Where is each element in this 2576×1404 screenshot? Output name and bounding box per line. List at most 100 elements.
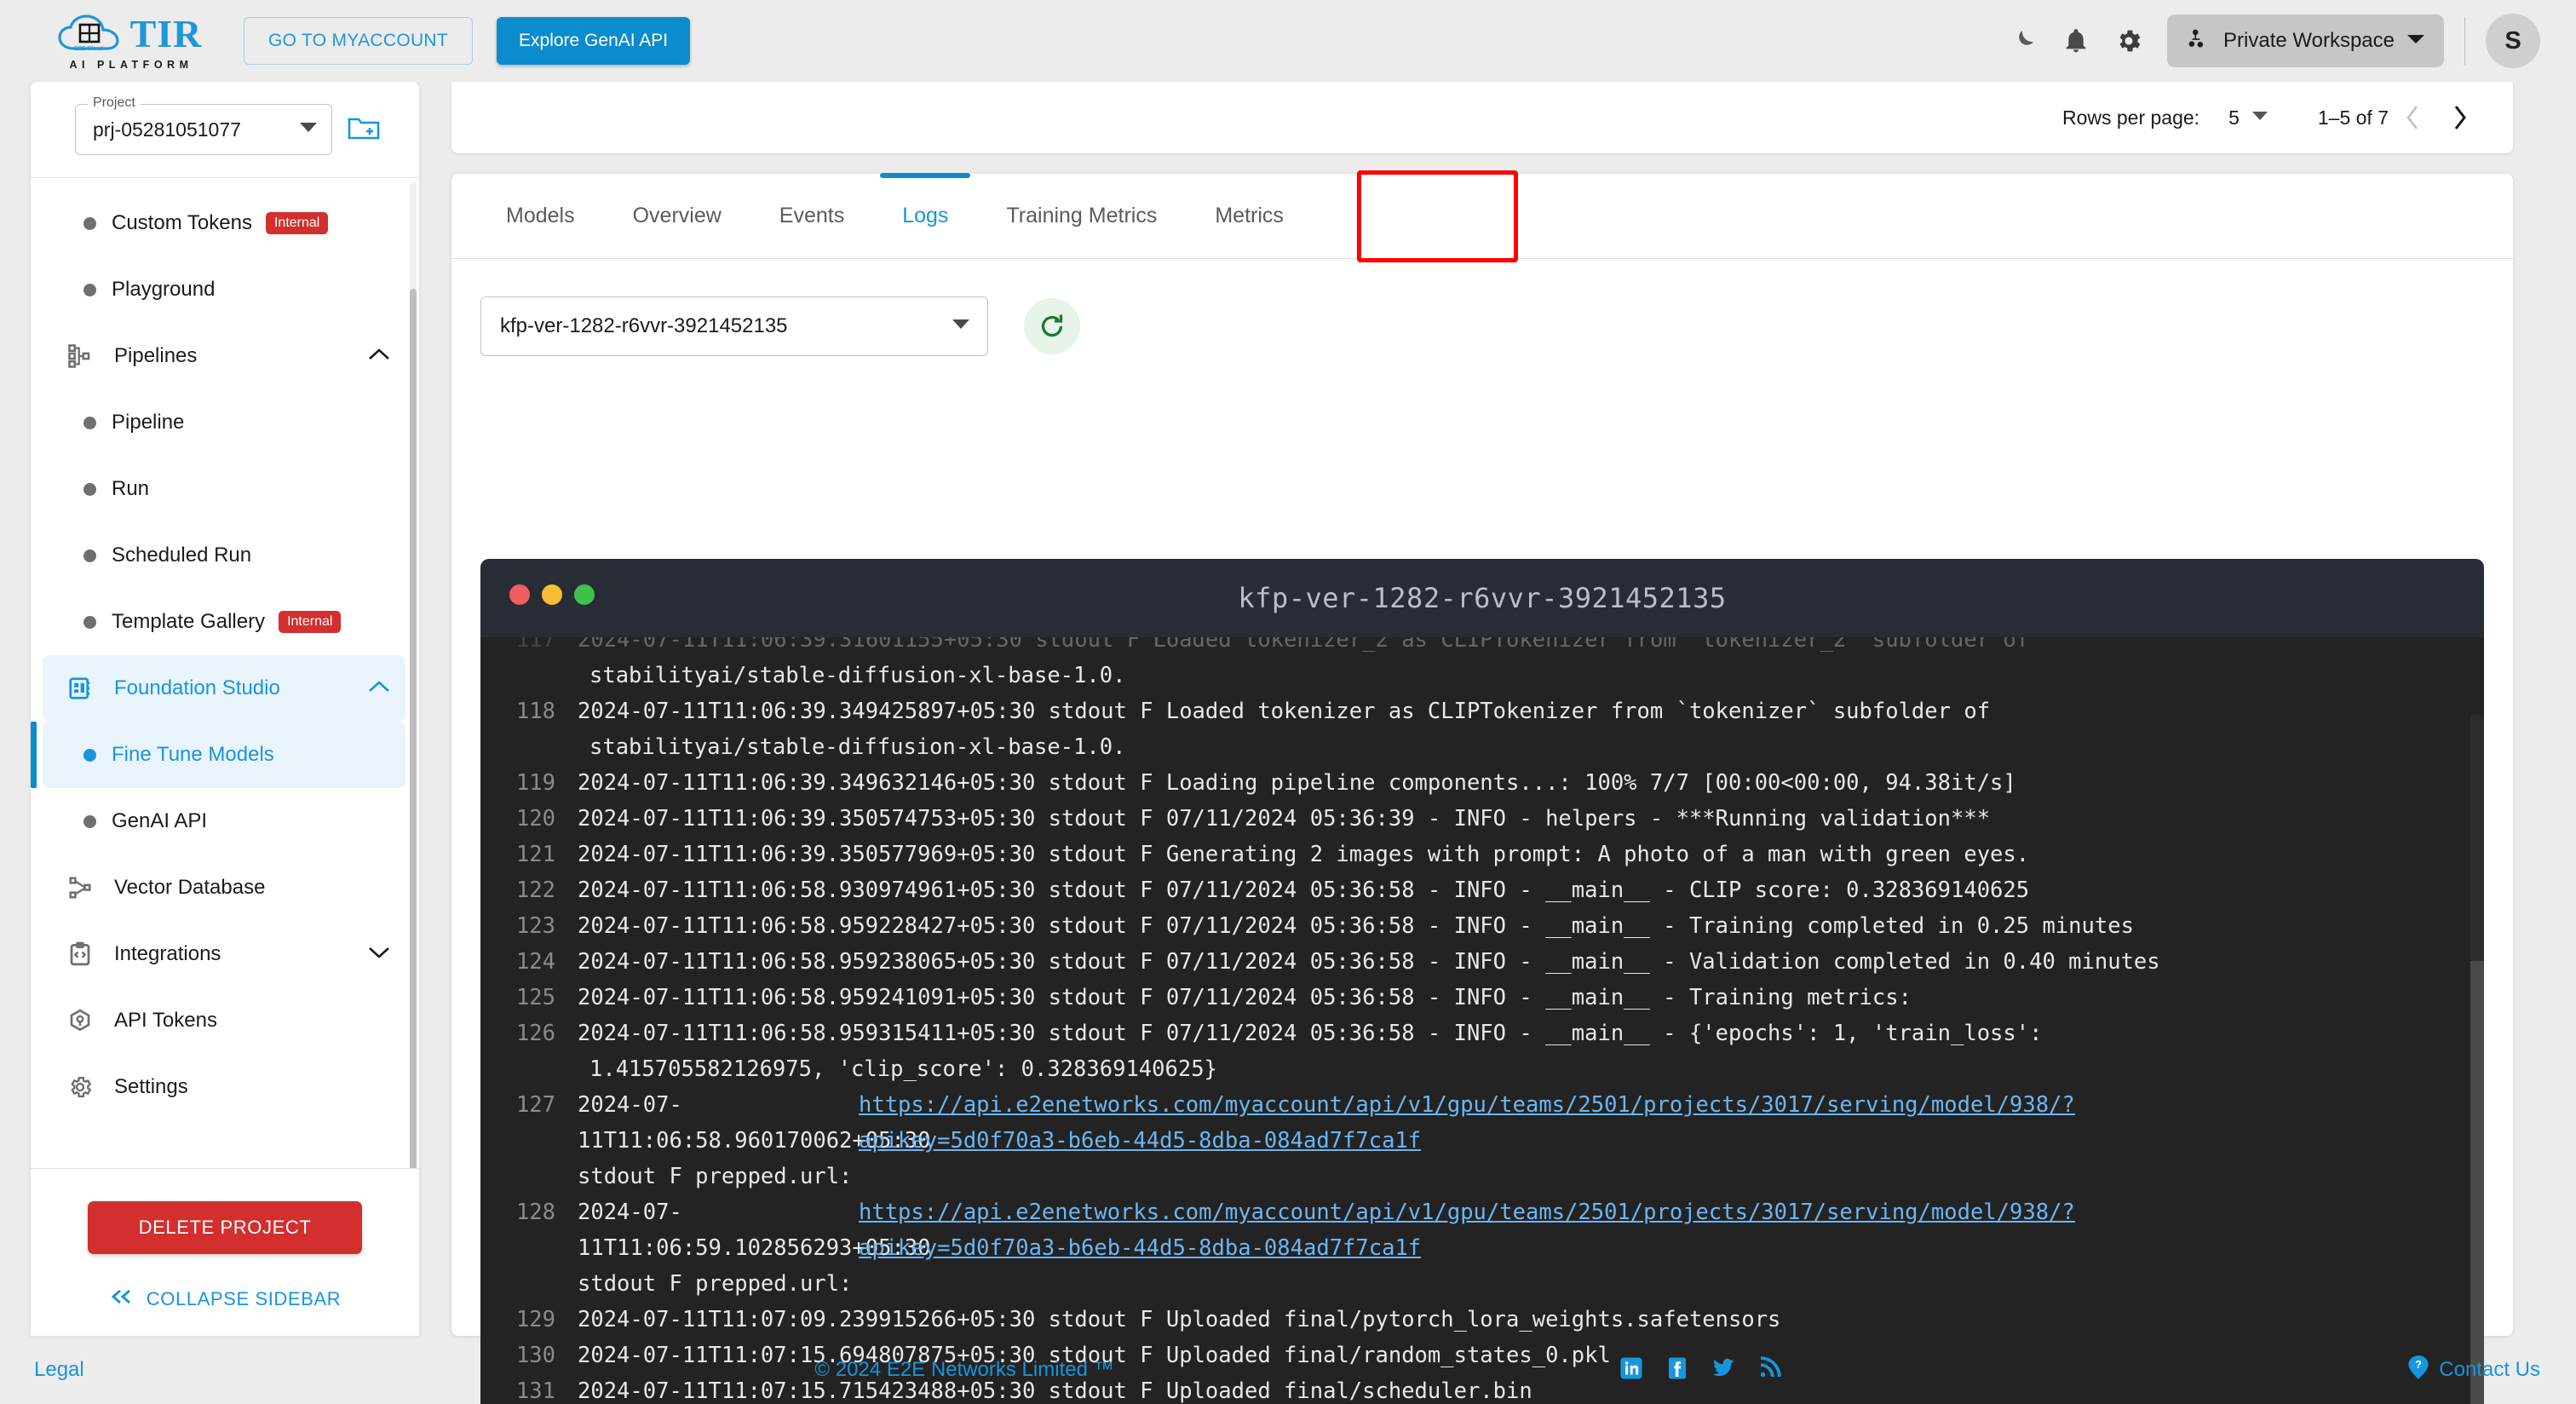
sidebar-item-label: Settings (114, 1075, 188, 1098)
foundation-studio-icon (61, 676, 99, 701)
tab-models[interactable]: Models (477, 173, 604, 258)
collapse-sidebar-label: COLLAPSE SIDEBAR (146, 1288, 342, 1309)
log-line-number: 117 (515, 637, 555, 653)
chevron-down-icon (2406, 33, 2425, 49)
log-line-number: 119 (515, 770, 555, 796)
chevron-down-icon (299, 122, 318, 137)
sidebar-item-vector-database[interactable]: Vector Database (43, 854, 405, 921)
tab-overview[interactable]: Overview (604, 173, 750, 258)
sidebar-item-label: Foundation Studio (114, 676, 280, 699)
sidebar-item-integrations[interactable]: Integrations (43, 921, 405, 987)
twitter-icon[interactable] (1711, 1355, 1736, 1385)
sidebar-item-label: Run (112, 477, 150, 500)
internal-badge: Internal (279, 611, 342, 633)
sidebar-item-playground[interactable]: Playground (43, 256, 405, 323)
log-line: 129 2024-07-11T11:07:09.239915266+05:30 s… (480, 1302, 2484, 1338)
run-select[interactable]: kfp-ver-1282-r6vvr-3921452135 (480, 296, 988, 356)
delete-project-button[interactable]: DELETE PROJECT (88, 1201, 362, 1254)
log-url-link[interactable]: https://api.e2enetworks.com/myaccount/ap… (859, 1194, 2075, 1230)
log-line-text: 2024-07- https://api.e2enetworks.com/myac… (555, 1194, 2075, 1302)
svg-text:?: ? (2415, 1359, 2422, 1371)
log-line-text: 2024-07-11T11:06:39.350574753+05:30 stdo… (578, 806, 1991, 831)
settings-gear-icon[interactable] (2102, 14, 2155, 67)
log-line-text: stabilityai/stable-diffusion-xl-base-1.0… (589, 663, 1126, 688)
log-url-link[interactable]: apikey=5d0f70a3-b6eb-44d5-8dba-084ad7f7c… (859, 1230, 1421, 1266)
log-line-text: 1.415705582126975, 'clip_score': 0.32836… (589, 1056, 1217, 1082)
sidebar-item-custom-tokens[interactable]: Custom Tokens Internal (43, 190, 405, 256)
rows-per-page-value[interactable]: 5 (2228, 106, 2240, 129)
terminal-title: kfp-ver-1282-r6vvr-3921452135 (1238, 582, 1727, 614)
sidebar-item-run[interactable]: Run (43, 456, 405, 522)
vector-database-icon (61, 875, 99, 901)
terminal-log-body[interactable]: 117 2024-07-11T11:06:39.31601155+05:30 st… (480, 637, 2484, 1404)
sidebar-item-settings[interactable]: Settings (43, 1054, 405, 1120)
sidebar-item-pipeline[interactable]: Pipeline (43, 389, 405, 456)
tab-events[interactable]: Events (750, 173, 873, 258)
help-circle-icon: ? (2406, 1355, 2430, 1386)
sidebar-item-template-gallery[interactable]: Template Gallery Internal (43, 589, 405, 655)
log-line: 123 2024-07-11T11:06:58.959228427+05:30 s… (480, 908, 2484, 944)
project-select[interactable]: Project prj-05281051077 (75, 95, 332, 155)
sidebar-item-pipelines[interactable]: Pipelines (43, 323, 405, 389)
sidebar-item-api-tokens[interactable]: API Tokens (43, 987, 405, 1054)
explore-genai-api-button[interactable]: Explore GenAI API (497, 17, 691, 65)
log-line-number: 126 (515, 1021, 555, 1046)
log-line-text: 2024-07-11T11:06:58.959315411+05:30 stdo… (578, 1021, 2043, 1046)
log-line-continuation: 1.415705582126975, 'clip_score': 0.32836… (480, 1051, 2484, 1087)
sidebar-scrollbar-thumb[interactable] (410, 289, 417, 1168)
tab-bar: Models Overview Events Logs Training Met… (451, 170, 2513, 262)
logs-content-card: Models Overview Events Logs Training Met… (451, 170, 2513, 1404)
close-icon[interactable] (509, 584, 530, 605)
next-page-button[interactable] (2436, 94, 2484, 141)
linkedin-icon[interactable] (1619, 1355, 1644, 1385)
run-select-value: kfp-ver-1282-r6vvr-3921452135 (500, 314, 788, 337)
logo-subtitle: AI PLATFORM (69, 59, 193, 71)
collapse-sidebar-button[interactable]: COLLAPSE SIDEBAR (31, 1288, 419, 1310)
sidebar-item-fine-tune-models[interactable]: Fine Tune Models (31, 722, 405, 788)
tab-logs[interactable]: Logs (873, 173, 977, 258)
log-line-text: 2024-07-11T11:06:58.959241091+05:30 stdo… (578, 985, 1912, 1010)
dark-mode-icon[interactable] (1997, 14, 2050, 67)
maximize-icon[interactable] (574, 584, 595, 605)
facebook-icon[interactable] (1665, 1355, 1690, 1385)
sidebar-item-genai-api[interactable]: GenAI API (43, 788, 405, 854)
log-line-text: 2024-07-11T11:06:58.959238065+05:30 stdo… (578, 949, 2160, 975)
workspace-selector[interactable]: Private Workspace (2167, 14, 2444, 67)
chevron-down-icon[interactable] (2251, 110, 2268, 125)
log-line-number: 121 (515, 842, 555, 867)
log-url-link[interactable]: https://api.e2enetworks.com/myaccount/ap… (859, 1087, 2075, 1123)
tab-metrics[interactable]: Metrics (1186, 173, 1313, 258)
avatar[interactable]: S (2486, 14, 2540, 68)
new-project-folder-icon[interactable] (348, 114, 380, 146)
log-url-link[interactable]: apikey=5d0f70a3-b6eb-44d5-8dba-084ad7f7c… (859, 1123, 1421, 1159)
tir-logo[interactable]: E2E Cloud TIR AI PLATFORM (44, 11, 215, 71)
previous-page-button[interactable] (2389, 94, 2436, 141)
rss-icon[interactable] (1757, 1355, 1782, 1385)
log-terminal: kfp-ver-1282-r6vvr-3921452135 117 2024-07… (480, 559, 2484, 1404)
notifications-bell-icon[interactable] (2050, 14, 2102, 67)
tab-training-metrics[interactable]: Training Metrics (977, 173, 1186, 258)
pipelines-icon (61, 343, 99, 369)
log-line-continuation: stabilityai/stable-diffusion-xl-base-1.0… (480, 658, 2484, 693)
sidebar-item-label: GenAI API (112, 809, 208, 832)
bullet-icon (83, 283, 96, 296)
log-line: 126 2024-07-11T11:06:58.959315411+05:30 s… (480, 1016, 2484, 1051)
go-to-myaccount-button[interactable]: GO TO MYACCOUNT (244, 17, 474, 65)
page-footer: Legal © 2024 E2E Networks Limited ™ ? Co… (0, 1336, 2576, 1404)
contact-us-label: Contact Us (2439, 1358, 2540, 1381)
legal-link[interactable]: Legal (34, 1358, 84, 1382)
sidebar-item-scheduled-run[interactable]: Scheduled Run (43, 522, 405, 589)
minimize-icon[interactable] (542, 584, 562, 605)
log-line-number: 120 (515, 806, 555, 831)
bullet-icon (83, 549, 96, 562)
log-line: 119 2024-07-11T11:06:39.349632146+05:30 s… (480, 765, 2484, 801)
refresh-logs-button[interactable] (1024, 298, 1080, 354)
log-line-number: 122 (515, 878, 555, 903)
sidebar-item-label: Pipeline (112, 411, 185, 434)
integrations-icon (61, 941, 99, 967)
sidebar-item-foundation-studio[interactable]: Foundation Studio (43, 655, 405, 722)
log-line-number: 124 (515, 949, 555, 975)
contact-us-link[interactable]: ? Contact Us (2406, 1355, 2540, 1386)
log-line-number: 128 (515, 1200, 555, 1225)
sidebar-item-label: API Tokens (114, 1009, 217, 1032)
